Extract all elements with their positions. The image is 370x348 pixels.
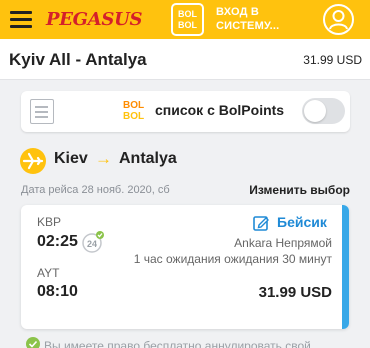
- bolbol-badge-line-2: BOL: [178, 20, 197, 30]
- flight-card[interactable]: KBP 02:25 24 Бейсик Ankara Непрямой 1 ча…: [21, 205, 349, 329]
- top-app-bar: PEGASUS BOL BOL ВХОД В СИСТЕМУ...: [0, 0, 370, 39]
- bolpoints-row: BOL BOL список с BolPoints: [21, 91, 350, 132]
- flight-price: 31.99 USD: [258, 284, 332, 301]
- bolpoints-toggle[interactable]: [302, 98, 345, 124]
- fare-type-label: Бейсик: [277, 214, 327, 230]
- bolbol-logo-line-2: BOL: [123, 111, 145, 122]
- arrival-airport-code: AYT: [37, 266, 60, 280]
- bolbol-badge-line-1: BOL: [178, 9, 197, 19]
- route-summary-bar: Kyiv All - Antalya 31.99 USD: [0, 39, 370, 80]
- arrival-time: 08:10: [37, 283, 78, 300]
- arrow-right-icon: →: [95, 149, 112, 168]
- route-total-price: 31.99 USD: [303, 53, 362, 67]
- toggle-knob: [304, 100, 326, 122]
- airplane-icon: [20, 148, 46, 174]
- login-line-1: ВХОД В: [216, 6, 260, 18]
- bolpoints-label: список с BolPoints: [155, 102, 285, 118]
- free-cancellation-notice: Вы имеете право бесплатно аннулировать с…: [44, 339, 311, 348]
- change-selection-link[interactable]: Изменить выбор: [249, 183, 350, 197]
- user-account-icon[interactable]: [323, 4, 354, 35]
- selected-accent-bar: [342, 205, 349, 329]
- transfer-info: Ankara Непрямой: [234, 236, 332, 250]
- bolbol-badge[interactable]: BOL BOL: [171, 3, 204, 36]
- bolbol-logo: BOL BOL: [123, 100, 149, 124]
- route-title: Kyiv All - Antalya: [9, 50, 147, 69]
- edit-pencil-icon: [253, 215, 269, 231]
- departure-time: 02:25: [37, 233, 78, 250]
- checkmark-icon: [26, 337, 40, 348]
- login-link[interactable]: ВХОД В СИСТЕМУ...: [216, 5, 279, 33]
- layover-duration: 1 час ожидания ожидания 30 минут: [133, 252, 332, 266]
- departure-airport-code: KBP: [37, 215, 62, 229]
- flight-date: Дата рейса 28 нояб. 2020, сб: [21, 184, 170, 196]
- badge-24-label: 24: [87, 239, 97, 249]
- pegasus-logo[interactable]: PEGASUS: [46, 9, 143, 30]
- login-line-2: СИСТЕМУ...: [216, 20, 280, 32]
- leg-destination: Antalya: [119, 150, 177, 167]
- bolbol-logo-line-1: BOL: [123, 100, 145, 111]
- 24-hour-check-icon: 24: [81, 230, 105, 254]
- hamburger-menu-icon[interactable]: [10, 11, 32, 28]
- leg-origin: Kiev: [54, 150, 88, 167]
- list-document-icon: [30, 99, 54, 124]
